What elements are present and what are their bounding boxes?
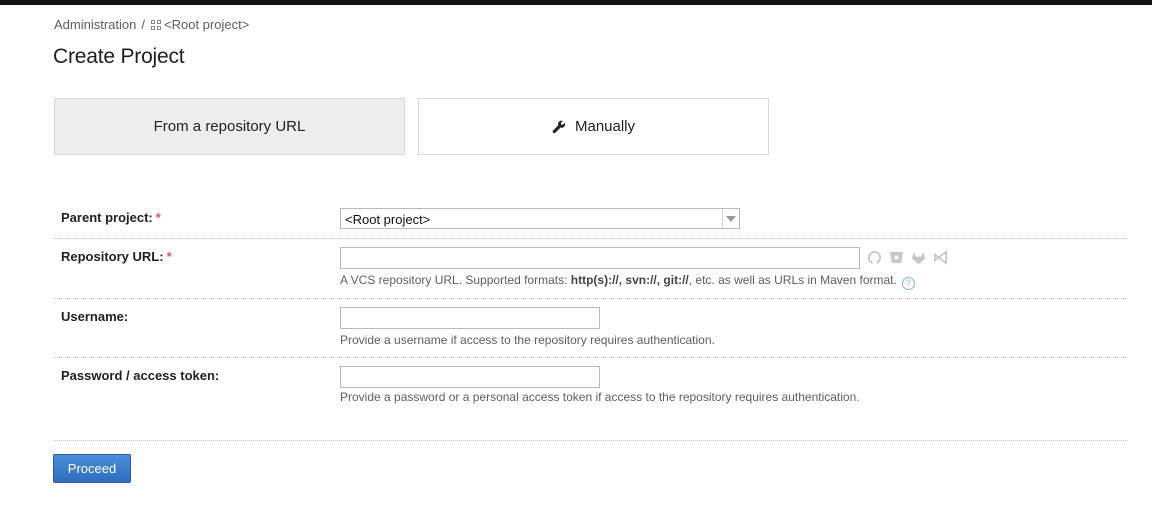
tab-from-repository-url[interactable]: From a repository URL	[54, 98, 405, 155]
project-grid-icon	[151, 20, 161, 30]
repository-url-label: Repository URL: *	[61, 249, 172, 264]
breadcrumb-separator: /	[141, 17, 145, 32]
breadcrumb-administration[interactable]: Administration	[54, 17, 136, 32]
tab-label: Manually	[574, 118, 636, 135]
gitlab-icon[interactable]	[911, 250, 926, 265]
azure-devops-icon[interactable]	[933, 250, 948, 265]
top-bar	[0, 0, 1152, 5]
breadcrumb: Administration / <Root project>	[54, 17, 249, 32]
username-label: Username:	[61, 309, 129, 324]
help-icon[interactable]: ?	[901, 276, 915, 290]
required-mark: *	[166, 249, 172, 264]
parent-project-label: Parent project: *	[61, 210, 161, 225]
repository-url-input[interactable]	[340, 247, 860, 269]
page-title: Create Project	[53, 45, 185, 68]
parent-project-value: <Root project>	[345, 212, 431, 227]
wrench-icon	[552, 120, 566, 133]
breadcrumb-root-project[interactable]: <Root project>	[164, 17, 249, 32]
vcs-icons	[867, 250, 948, 265]
username-input[interactable]	[340, 307, 600, 329]
bitbucket-icon[interactable]	[889, 250, 904, 265]
username-note: Provide a username if access to the repo…	[340, 333, 715, 347]
required-mark: *	[155, 210, 161, 225]
password-input[interactable]	[340, 366, 600, 388]
repository-url-note: A VCS repository URL. Supported formats:…	[340, 273, 915, 290]
chevron-down-icon[interactable]	[722, 209, 739, 228]
github-icon[interactable]	[867, 250, 882, 265]
tab-label: From a repository URL	[153, 118, 306, 135]
tab-manually[interactable]: Manually	[418, 98, 769, 155]
proceed-button[interactable]: Proceed	[53, 454, 131, 483]
password-note: Provide a password or a personal access …	[340, 390, 860, 404]
parent-project-select[interactable]: <Root project>	[340, 208, 740, 229]
password-label: Password / access token:	[61, 368, 220, 383]
